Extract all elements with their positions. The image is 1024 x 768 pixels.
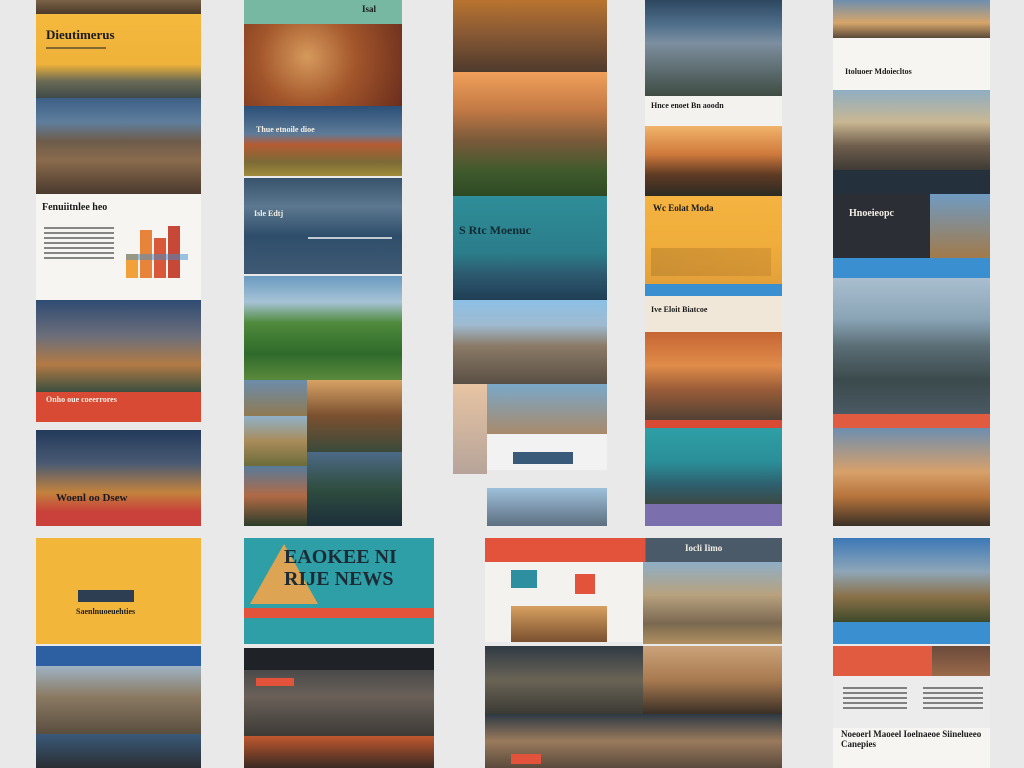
col1-top: Dieutimerus Fenuiitnlee heo Onho oue coe… (36, 0, 201, 526)
c1-doc-chart (126, 222, 188, 278)
c5-dark-hero[interactable]: Hnoeieopc (833, 194, 990, 258)
col3-top: S Rtc Moenuc (453, 0, 607, 526)
col2-bottom: EAOKEE NI RIJE NEWS (244, 538, 434, 768)
c3-canyon[interactable] (453, 72, 607, 196)
c5-skyscrapers[interactable] (833, 90, 990, 170)
collage-board: { "texts": { "c1_head": "Dieutimerus", "… (0, 0, 1024, 768)
c2-green-trees[interactable] (244, 276, 402, 380)
d2-hero-title: EAOKEE NI RIJE NEWS (284, 546, 397, 590)
d1-valley[interactable] (36, 666, 201, 734)
d4-blue-strip[interactable] (833, 622, 990, 644)
c1-red-caption: Onho oue coeerrores (46, 395, 117, 404)
c4-yellow-hero[interactable]: Wc Eolat Moda (645, 196, 782, 284)
c2-mesa-photo[interactable]: Thue etnoile dioe (244, 106, 402, 176)
c4-cream-band[interactable]: Ive Eloit Biatcoe (645, 296, 782, 332)
c2-sea-lines (308, 234, 392, 242)
d2-teal-hero[interactable]: EAOKEE NI RIJE NEWS (244, 538, 434, 608)
d4-coral-bar[interactable] (833, 646, 990, 676)
col4-top: Hnce enoet Bn aoodn Wc Eolat Moda Ive El… (645, 0, 782, 526)
col5-top: Itoluoer Mdoiecltos Hnoeieopc (833, 0, 990, 526)
d4-spires-photo[interactable] (833, 538, 990, 622)
c3-skyline[interactable] (453, 300, 607, 384)
c2-teal-label: Isal (362, 4, 377, 14)
c4-yellow-title: Wc Eolat Moda (653, 203, 714, 213)
d3-tower-photo[interactable] (643, 646, 782, 714)
d2-coral-bar[interactable] (244, 608, 434, 618)
d1-yellow-card[interactable]: Saenlnuoeuehties (36, 538, 201, 644)
d1-blue-bar[interactable] (36, 646, 201, 666)
c2-teal-bar[interactable]: Isal (244, 0, 402, 24)
c4-cream-caption: Ive Eloit Biatcoe (651, 305, 708, 314)
c1-cathedral-photo[interactable] (36, 300, 201, 392)
c1-red-band[interactable]: Onho oue coeerrores (36, 392, 201, 422)
c4-teal-ocean[interactable] (645, 428, 782, 504)
c1-hero-title: Dieutimerus (46, 27, 115, 42)
c5-doc-title: Itoluoer Mdoiecltos (845, 67, 912, 76)
col4-bottom: Noeoerl Maoeel Ioelnaeoe Siinelueeo Cane… (833, 538, 990, 768)
c2-grid-photos[interactable] (244, 380, 402, 526)
c4-blue-strip[interactable] (645, 284, 782, 296)
d3-dark-ridge[interactable] (485, 646, 643, 714)
c4-mountain-top[interactable] (645, 0, 782, 96)
d3-bottom-photo[interactable] (485, 714, 782, 768)
d4-white-footer[interactable]: Noeoerl Maoeel Ioelnaeoe Siinelueeo Cane… (833, 728, 990, 768)
c1-yellow-hero[interactable]: Dieutimerus (36, 14, 201, 98)
c2-mesa-caption: Thue etnoile dioe (256, 125, 315, 134)
d2-teal-foot[interactable] (244, 618, 434, 644)
c1-spacer (36, 422, 201, 430)
d2-dark-bar[interactable] (244, 648, 434, 670)
c3-teal-title: S Rtc Moenuc (459, 223, 531, 237)
d2-stormy-photo[interactable] (244, 670, 434, 736)
d1-yellow-caption: Saenlnuoeuehties (76, 607, 136, 616)
c4-purple-footer[interactable] (645, 504, 782, 526)
c1-doc-title: Fenuiitnlee heo (42, 202, 108, 213)
c5-blue-strip[interactable] (833, 258, 990, 278)
d3-white-panel[interactable] (485, 562, 643, 642)
c5-dark-title: Hnoeieopc (849, 208, 894, 219)
d3-desert-photo[interactable] (643, 562, 782, 644)
c3-city-top[interactable] (453, 0, 607, 72)
d2-sunset-photo[interactable] (244, 736, 434, 768)
c5-dark-band[interactable] (833, 170, 990, 194)
c4-sunset-rocks[interactable] (645, 126, 782, 196)
c1-landscape[interactable] (36, 98, 201, 194)
c1-palace-caption: Woenl oo Dsew (56, 492, 128, 504)
d4-footer-title: Noeoerl Maoeel Ioelnaeoe Siinelueeo Cane… (841, 729, 982, 749)
c2-fire-cloud[interactable] (244, 24, 402, 106)
c5-white-doc[interactable]: Itoluoer Mdoiecltos (833, 38, 990, 90)
d3-coral-bar[interactable]: Iocli Iimo (485, 538, 782, 562)
c2-sea-caption: Isle Edtj (254, 209, 284, 218)
c3-teal-hero[interactable]: S Rtc Moenuc (453, 196, 607, 300)
c1-palace-photo[interactable]: Woenl oo Dsew (36, 430, 201, 526)
c4-white-heading[interactable]: Hnce enoet Bn aoodn (645, 96, 782, 126)
d3-head-caption: Iocli Iimo (685, 543, 723, 553)
c5-coral-strip[interactable] (833, 414, 990, 428)
c2-sea-photo[interactable]: Isle Edtj (244, 178, 402, 274)
col2-top: Isal Thue etnoile dioe Isle Edtj (244, 0, 402, 526)
c1-white-doc[interactable]: Fenuiitnlee heo (36, 194, 201, 300)
c5-spire[interactable] (833, 428, 990, 526)
c5-misty-mountain[interactable] (833, 278, 990, 414)
d4-list-lines-left (843, 684, 907, 712)
c5-sunrise[interactable] (833, 0, 990, 38)
col3-bottom: Iocli Iimo (485, 538, 782, 768)
c1-doc-lines (44, 224, 114, 262)
d1-city-night[interactable] (36, 734, 201, 768)
c1-city-strip[interactable] (36, 0, 201, 14)
col1-bottom: Saenlnuoeuehties (36, 538, 201, 768)
d4-list-panel[interactable] (833, 676, 990, 728)
d4-list-lines-right (923, 684, 983, 712)
c4-heading: Hnce enoet Bn aoodn (651, 101, 724, 110)
c1-hero-lines (46, 44, 106, 52)
c4-orange-city[interactable] (645, 332, 782, 428)
c3-collage-lower[interactable] (453, 384, 607, 526)
